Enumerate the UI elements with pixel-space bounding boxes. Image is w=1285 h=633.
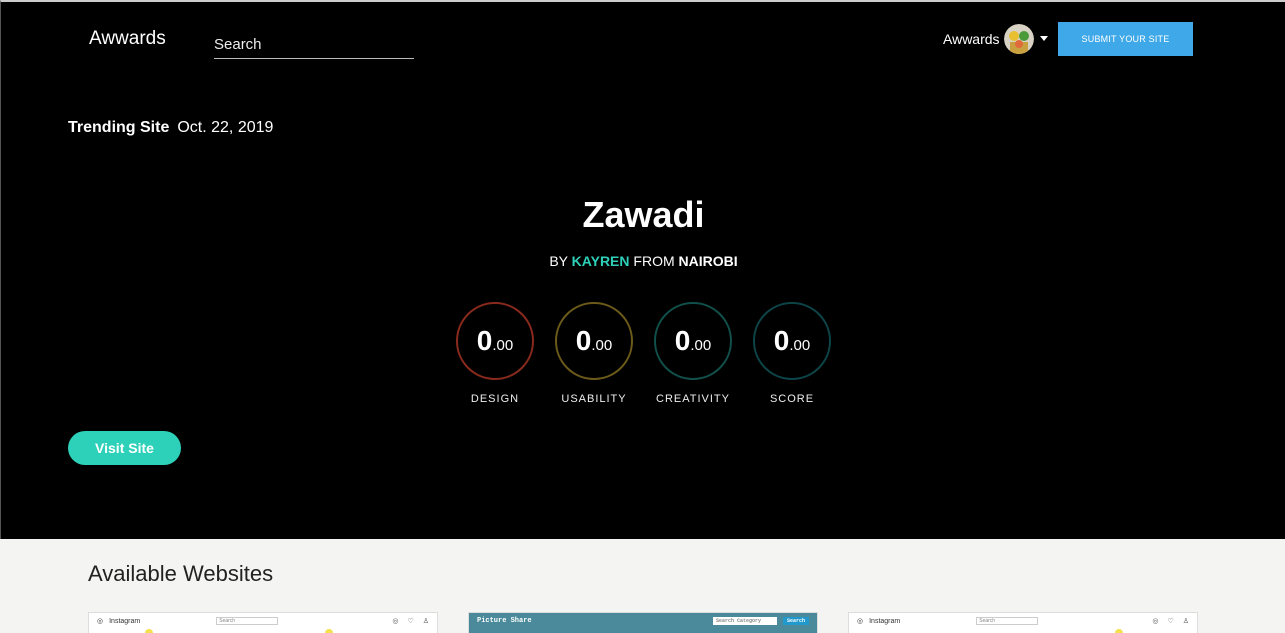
- score-decimal: .00: [690, 337, 712, 354]
- story-dot-icon: [325, 629, 333, 633]
- user-icon: ♙: [1182, 618, 1189, 625]
- brand-logo[interactable]: Awwards: [89, 28, 166, 50]
- score-whole: 0: [773, 325, 790, 356]
- thumb-search: Search: [976, 617, 1039, 625]
- score-usability: 0.00 USABILITY: [555, 302, 633, 405]
- chevron-down-icon[interactable]: [1039, 35, 1048, 41]
- story-dot-icon: [145, 629, 153, 633]
- city: NAIROBI: [678, 253, 738, 269]
- thumb-brand: Instagram: [869, 617, 901, 625]
- score-ring: 0.00: [753, 302, 831, 380]
- thumb-navbar: ◎ Instagram Search ◎ ♡ ♙: [89, 613, 437, 629]
- thumb-search: Search Category: [712, 617, 777, 625]
- trending-label: Trending Site: [68, 119, 170, 136]
- score-list: 0.00 DESIGN 0.00 USABILITY 0.00 CREATIVI…: [456, 302, 831, 405]
- score-decimal: .00: [789, 337, 811, 354]
- compass-icon: ◎: [392, 618, 399, 625]
- avatar[interactable]: [1003, 24, 1034, 54]
- instagram-icon: ◎: [857, 618, 864, 625]
- thumb-brand: Picture Share: [477, 617, 532, 625]
- thumb-navbar: Picture Share Search Category Search: [469, 613, 817, 629]
- instagram-icon: ◎: [97, 618, 104, 625]
- thumb-nav-icons: ◎ ♡ ♙: [392, 617, 429, 625]
- thumb-search-button: Search: [782, 617, 809, 625]
- from-word: FROM: [633, 253, 675, 269]
- website-card[interactable]: Picture Share Search Category Search: [468, 612, 818, 633]
- compass-icon: ◎: [1152, 618, 1159, 625]
- score-whole: 0: [575, 325, 592, 356]
- score-creativity: 0.00 CREATIVITY: [654, 302, 732, 405]
- available-websites-section: Available Websites ◎ Instagram Search ◎ ♡…: [0, 539, 1285, 633]
- search-input[interactable]: [214, 29, 414, 58]
- hero-section: Awwards Awwards SUBMIT YOUR SITE Trendin…: [0, 0, 1285, 539]
- byline: BY KAYREN FROM NAIROBI: [1, 253, 1285, 269]
- score-decimal: .00: [492, 337, 514, 354]
- submit-site-button[interactable]: SUBMIT YOUR SITE: [1058, 22, 1193, 56]
- score-ring: 0.00: [654, 302, 732, 380]
- score-ring: 0.00: [555, 302, 633, 380]
- score-whole: 0: [476, 325, 493, 356]
- heart-icon: ♡: [407, 618, 414, 625]
- visit-site-button[interactable]: Visit Site: [68, 431, 181, 465]
- score-label: DESIGN: [470, 393, 520, 405]
- trending-date: Oct. 22, 2019: [177, 119, 274, 136]
- score-label: USABILITY: [561, 393, 627, 405]
- thumb-search: Search: [216, 617, 279, 625]
- score-label: SCORE: [769, 393, 815, 405]
- score-label: CREATIVITY: [656, 393, 730, 405]
- trending-info: Trending Site Oct. 22, 2019: [68, 119, 273, 137]
- website-card[interactable]: ◎ Instagram Search ◎ ♡ ♙: [848, 612, 1198, 633]
- user-menu[interactable]: Awwards: [943, 24, 1048, 54]
- section-title: Available Websites: [88, 561, 274, 586]
- story-dot-icon: [1115, 629, 1123, 633]
- by-prefix: BY: [549, 253, 568, 269]
- score-total: 0.00 SCORE: [753, 302, 831, 405]
- score-design: 0.00 DESIGN: [456, 302, 534, 405]
- user-icon: ♙: [422, 618, 429, 625]
- score-whole: 0: [674, 325, 691, 356]
- author-link[interactable]: KAYREN: [572, 253, 630, 269]
- score-decimal: .00: [591, 337, 613, 354]
- thumb-navbar: ◎ Instagram Search ◎ ♡ ♙: [849, 613, 1197, 629]
- thumb-nav-icons: ◎ ♡ ♙: [1152, 617, 1189, 625]
- site-title: Zawadi: [582, 194, 705, 235]
- search-box[interactable]: [214, 29, 414, 59]
- user-name[interactable]: Awwards: [943, 31, 1000, 47]
- website-card[interactable]: ◎ Instagram Search ◎ ♡ ♙: [88, 612, 438, 633]
- thumb-brand: Instagram: [109, 617, 141, 625]
- heart-icon: ♡: [1167, 618, 1174, 625]
- score-ring: 0.00: [456, 302, 534, 380]
